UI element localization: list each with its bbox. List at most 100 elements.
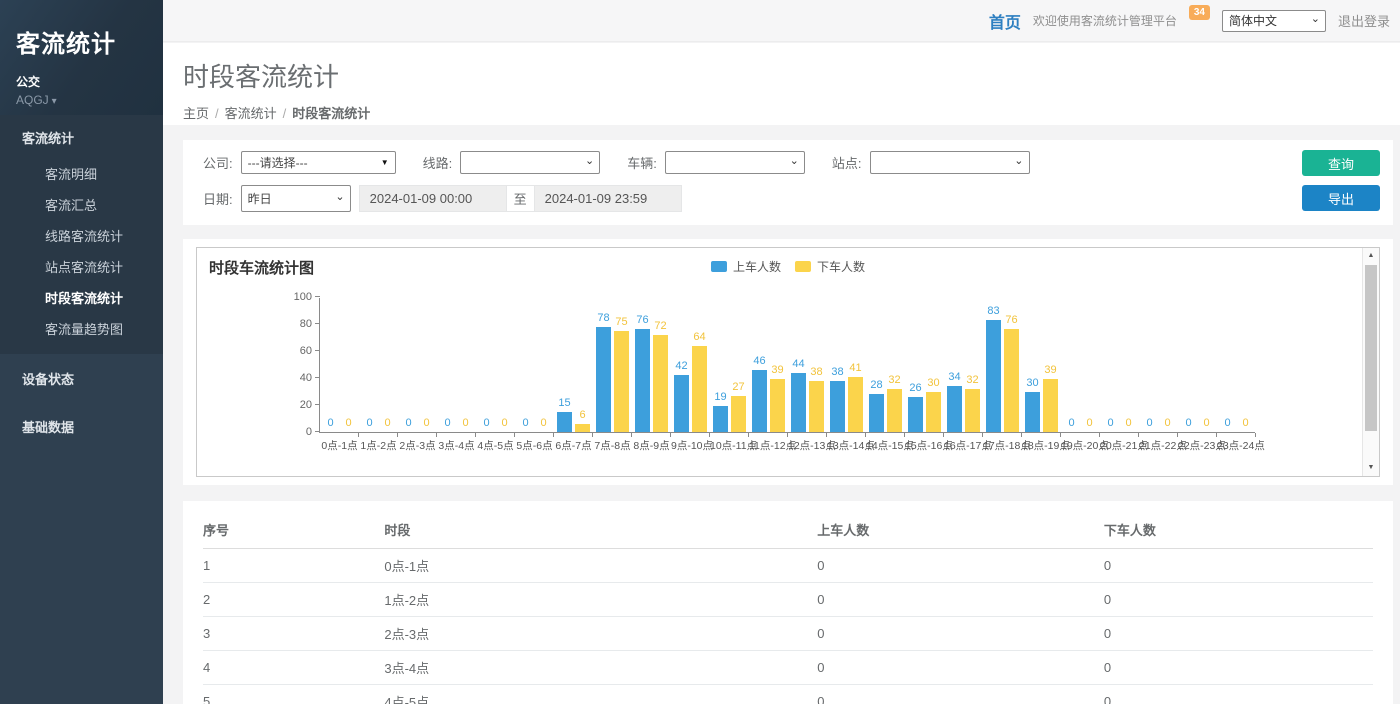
bar-chart: 0204060801000点-1点001点-2点002点-3点003点-4点00… [319,298,1255,433]
table-cell: 1 [203,549,384,583]
chart-vertical-scrollbar[interactable]: ▲ ▼ [1362,248,1379,476]
boarding-bar[interactable] [713,406,728,432]
x-axis-tick-mark [904,433,905,437]
y-axis-tick-label: 80 [278,318,312,330]
boarding-bar[interactable] [791,373,806,432]
logout-link[interactable]: 退出登录 [1338,11,1390,30]
boarding-bar[interactable] [830,381,845,432]
breadcrumb-item: 时段客流统计 [292,106,370,121]
sidebar-subitem[interactable]: 客流汇总 [0,189,163,220]
table-cell: 0 [1104,583,1373,617]
sidebar-item[interactable]: 基础数据 [0,402,163,450]
export-button[interactable]: 导出 [1302,185,1380,211]
chart-legend: 上车人数下车人数 [711,258,865,275]
line-select[interactable] [460,151,600,174]
org-selector[interactable]: AQGJ▾ [16,93,147,107]
boarding-bar[interactable] [752,370,767,432]
alighting-bar[interactable] [887,389,902,432]
alighting-bar[interactable] [614,331,629,432]
sidebar-bottom-items: 设备状态基础数据 [0,354,163,450]
table-header-cell: 下车人数 [1104,511,1373,549]
breadcrumb-item[interactable]: 客流统计 [225,106,277,121]
legend-item[interactable]: 上车人数 [711,258,781,275]
boarding-bar[interactable] [596,327,611,432]
sidebar-item[interactable]: 设备状态 [0,354,163,402]
date-end-input[interactable] [534,185,682,212]
alighting-bar[interactable] [926,392,941,433]
x-axis-tick-mark [553,433,554,437]
org-label: 公交 [16,73,147,90]
notification-badge[interactable]: 34 [1189,5,1210,20]
vehicle-select[interactable] [665,151,805,174]
x-axis-category-label: 12点-13点 [788,438,827,453]
bar-value-label: 41 [836,362,876,374]
boarding-bar[interactable] [908,397,923,432]
org-code-label: AQGJ [16,93,49,107]
scroll-up-icon[interactable]: ▲ [1363,248,1379,264]
time-slot-table: 序号时段上车人数下车人数 10点-1点0021点-2点0032点-3点0043点… [203,511,1373,704]
boarding-bar[interactable] [674,375,689,432]
x-axis-tick-mark [826,433,827,437]
x-axis-category-label: 22点-23点 [1178,438,1217,453]
query-button[interactable]: 查询 [1302,150,1380,176]
table-header-cell: 序号 [203,511,384,549]
alighting-bar[interactable] [692,346,707,432]
x-axis-tick-mark [1021,433,1022,437]
table-cell: 3 [203,617,384,651]
chart-panel: 时段车流统计图 上车人数下车人数 0204060801000点-1点001点-2… [183,239,1393,485]
alighting-bar[interactable] [965,389,980,432]
app-brand: 客流统计 [16,24,147,59]
scroll-down-icon[interactable]: ▼ [1363,460,1379,476]
boarding-bar[interactable] [635,329,650,432]
table-cell: 0 [1104,651,1373,685]
station-label: 站点: [832,153,862,172]
x-axis-category-label: 5点-6点 [515,438,554,453]
alighting-bar[interactable] [770,379,785,432]
date-label: 日期: [203,189,233,208]
bar-value-label: 0 [1226,417,1266,429]
boarding-bar[interactable] [869,394,884,432]
company-select[interactable]: ---请选择--- [241,151,396,174]
bar-value-label: 76 [992,314,1032,326]
legend-label: 上车人数 [733,258,781,275]
boarding-bar[interactable] [986,320,1001,432]
y-axis-tick-mark [315,404,320,405]
alighting-bar[interactable] [731,396,746,432]
date-preset-select[interactable]: 昨日 [241,185,351,212]
sidebar-submenu: 客流明细客流汇总线路客流统计站点客流统计时段客流统计客流量趋势图 [0,158,163,354]
boarding-bar[interactable] [1025,392,1040,433]
sidebar-subitem[interactable]: 线路客流统计 [0,220,163,251]
y-axis-tick-mark [315,350,320,351]
sidebar-subitem[interactable]: 客流量趋势图 [0,313,163,344]
language-select[interactable]: 简体中文 [1222,10,1326,32]
x-axis-tick-mark [865,433,866,437]
sidebar-subitem[interactable]: 客流明细 [0,158,163,189]
x-axis-tick-mark [670,433,671,437]
y-axis-tick-mark [315,431,320,432]
sidebar-subitem[interactable]: 时段客流统计 [0,282,163,313]
scrollbar-thumb[interactable] [1365,265,1377,431]
station-select[interactable] [870,151,1030,174]
company-filter: 公司: ---请选择--- ▼ [203,151,396,174]
alighting-bar[interactable] [653,335,668,432]
sidebar-item-passenger-stats[interactable]: 客流统计 [0,115,163,158]
x-axis-tick-mark [1060,433,1061,437]
vehicle-select-wrap: ⌄ [665,151,805,174]
table-cell: 2点-3点 [384,617,817,651]
x-axis-category-label: 9点-10点 [671,438,710,453]
sidebar-subitem[interactable]: 站点客流统计 [0,251,163,282]
alighting-bar[interactable] [809,381,824,432]
x-axis-category-label: 15点-16点 [905,438,944,453]
breadcrumb-item[interactable]: 主页 [183,106,209,121]
alighting-bar[interactable] [575,424,590,432]
x-axis-category-label: 6点-7点 [554,438,593,453]
caret-down-icon: ▾ [52,96,57,107]
boarding-bar[interactable] [947,386,962,432]
sidebar: 客流统计 公交 AQGJ▾ 客流统计 客流明细客流汇总线路客流统计站点客流统计时… [0,0,163,704]
filter-panel: 公司: ---请选择--- ▼ 线路: ⌄ 车辆: ⌄ [183,140,1393,225]
date-start-input[interactable] [359,185,507,212]
legend-item[interactable]: 下车人数 [795,258,865,275]
bar-value-label: 39 [1031,364,1071,376]
home-link[interactable]: 首页 [989,9,1021,33]
y-axis-tick-mark [315,296,320,297]
